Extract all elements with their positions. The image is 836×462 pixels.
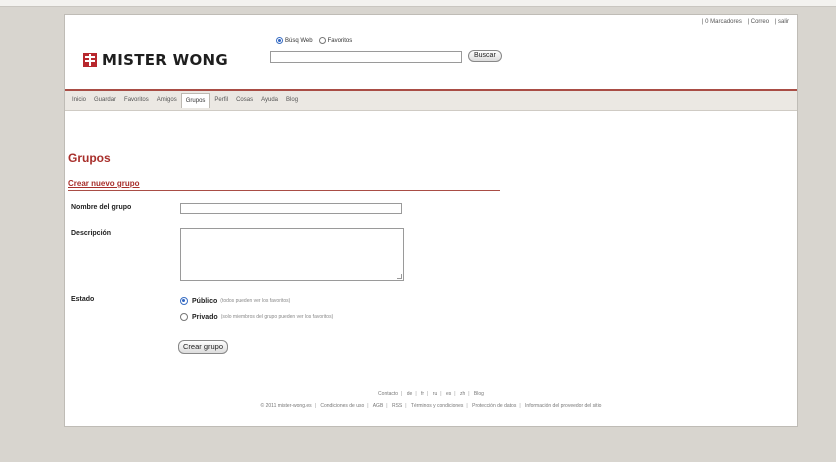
- footer-link[interactable]: Contacto: [378, 391, 398, 397]
- footer-link[interactable]: Información del proveedor del sitio: [525, 403, 601, 409]
- scope-favorites-label: Favoritos: [327, 37, 353, 44]
- copyright-text: © 2011 mister-wong.es: [260, 403, 312, 409]
- logo-icon: [83, 53, 97, 67]
- page-title: Grupos: [68, 151, 111, 165]
- site-logo[interactable]: MISTER WONG: [83, 51, 228, 69]
- tab-perfil[interactable]: Perfil: [210, 94, 232, 107]
- status-private-radio[interactable]: [180, 313, 188, 321]
- status-public-radio[interactable]: [180, 297, 188, 305]
- tab-blog[interactable]: Blog: [282, 94, 302, 107]
- search-scope: Búsq Web Favoritos: [270, 37, 352, 44]
- status-private-label: Privado: [192, 313, 218, 321]
- tab-favoritos[interactable]: Favoritos: [120, 94, 153, 107]
- footer-link[interactable]: Protección de datos: [472, 403, 516, 409]
- tab-ayuda[interactable]: Ayuda: [257, 94, 282, 107]
- create-group-button[interactable]: Crear grupo: [178, 340, 229, 354]
- scope-web-radio[interactable]: [276, 37, 283, 44]
- footer-links-primary: Contacto | de | fr | ru | es | zh | Blog: [378, 391, 484, 397]
- footer-link[interactable]: RSS: [392, 403, 402, 409]
- search-input[interactable]: [270, 51, 462, 63]
- status-public-label: Público: [192, 297, 218, 305]
- status-private-hint: (solo miembros del grupo pueden ver los …: [220, 314, 334, 320]
- group-name-label: Nombre del grupo: [71, 204, 132, 211]
- description-textarea[interactable]: [180, 228, 404, 281]
- browser-top-strip: [0, 0, 836, 7]
- footer-link[interactable]: Términos y condiciones: [411, 403, 464, 409]
- account-links: | 0 Marcadores | Correo | salir: [700, 19, 791, 25]
- scope-web-label: Búsq Web: [285, 37, 313, 44]
- description-label: Descripción: [71, 230, 112, 237]
- group-name-input[interactable]: [180, 203, 402, 214]
- tab-guardar[interactable]: Guardar: [90, 94, 120, 107]
- mail-link[interactable]: | Correo: [746, 19, 772, 25]
- scope-favorites-radio[interactable]: [318, 37, 326, 44]
- bookmarks-count-link[interactable]: | 0 Marcadores: [700, 19, 744, 25]
- footer-link[interactable]: Condiciones de uso: [320, 403, 364, 409]
- tab-amigos[interactable]: Amigos: [153, 94, 181, 107]
- page-container: | 0 Marcadores | Correo | salir MISTER W…: [64, 14, 798, 427]
- section-title[interactable]: Crear nuevo grupo: [68, 179, 140, 188]
- logo-text: MISTER WONG: [102, 51, 229, 69]
- tab-cosas[interactable]: Cosas: [232, 94, 257, 107]
- logout-link[interactable]: | salir: [773, 19, 791, 25]
- section-rule: [68, 190, 500, 191]
- main-nav: Inicio Guardar Favoritos Amigos Grupos P…: [65, 91, 797, 111]
- tab-grupos[interactable]: Grupos: [180, 93, 211, 108]
- status-label: Estado: [71, 296, 95, 303]
- status-private-option[interactable]: Privado (solo miembros del grupo pueden …: [180, 313, 333, 321]
- footer-link[interactable]: AGB: [373, 403, 384, 409]
- status-public-hint: (todos pueden ver los favoritos): [220, 298, 291, 304]
- tab-inicio[interactable]: Inicio: [68, 94, 90, 107]
- footer-link[interactable]: Blog: [474, 391, 484, 397]
- status-public-option[interactable]: Público (todos pueden ver los favoritos): [180, 297, 290, 305]
- search-button[interactable]: Buscar: [468, 50, 502, 62]
- footer-links-legal: © 2011 mister-wong.es | Condiciones de us…: [260, 403, 602, 409]
